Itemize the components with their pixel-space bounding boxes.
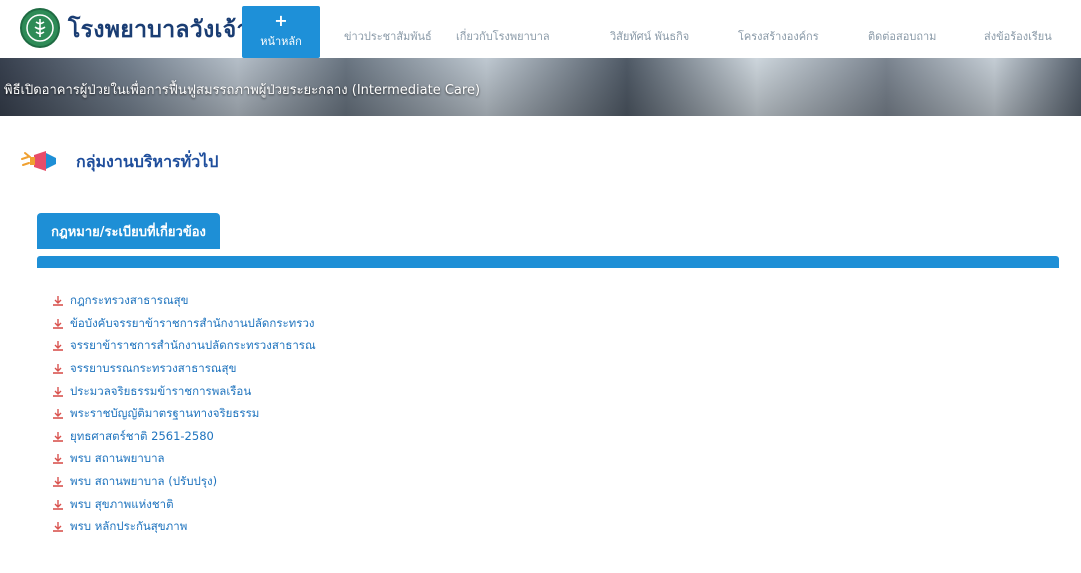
hospital-emblem-icon[interactable] xyxy=(20,8,60,48)
document-link[interactable]: พรบ สถานพยาบาล xyxy=(70,450,165,468)
pdf-icon xyxy=(53,499,63,510)
pdf-icon xyxy=(53,341,63,352)
document-list: กฎกระทรวงสาธารณสุข ข้อบังคับจรรยาข้าราชก… xyxy=(52,290,316,539)
list-item[interactable]: ข้อบังคับจรรยาข้าราชการสำนักงานปลัดกระทร… xyxy=(52,313,316,336)
list-item[interactable]: พรบ หลักประกันสุขภาพ xyxy=(52,516,316,539)
document-link[interactable]: ข้อบังคับจรรยาข้าราชการสำนักงานปลัดกระทร… xyxy=(70,315,315,333)
nav-item-contact[interactable]: ติดต่อสอบถาม xyxy=(868,6,936,58)
nav-item-complaint[interactable]: ส่งข้อร้องเรียน xyxy=(984,6,1052,58)
list-item[interactable]: จรรยาข้าราชการสำนักงานปลัดกระทรวงสาธารณ xyxy=(52,335,316,358)
document-link[interactable]: กฎกระทรวงสาธารณสุข xyxy=(70,292,189,310)
nav-item-structure[interactable]: โครงสร้างองค์กร xyxy=(738,6,819,58)
nav-item-news[interactable]: ข่าวประชาสัมพันธ์ xyxy=(344,6,432,58)
news-banner[interactable]: พิธีเปิดอาคารผู้ป่วยในเพื่อการฟื้นฟูสมรร… xyxy=(0,58,1081,116)
tab-bar xyxy=(37,256,1059,268)
list-item[interactable]: ยุทธศาสตร์ชาติ 2561-2580 xyxy=(52,426,316,449)
nav-home-button[interactable]: + หน้าหลัก xyxy=(242,6,320,58)
nav-item-about[interactable]: เกี่ยวกับโรงพยาบาล xyxy=(456,6,550,58)
list-item[interactable]: พระราชบัญญัติมาตรฐานทางจริยธรรม xyxy=(52,403,316,426)
pdf-icon xyxy=(53,477,63,487)
nav-item-vision[interactable]: วิสัยทัศน์ พันธกิจ xyxy=(610,6,689,58)
list-item[interactable]: ประมวลจริยธรรมข้าราชการพลเรือน xyxy=(52,380,316,403)
pdf-icon xyxy=(53,522,63,533)
pdf-icon xyxy=(53,364,63,374)
site-title[interactable]: โรงพยาบาลวังเจ้า xyxy=(68,12,250,48)
document-link[interactable]: จรรยาข้าราชการสำนักงานปลัดกระทรวงสาธารณ xyxy=(70,337,316,355)
pdf-icon xyxy=(53,296,63,307)
main-nav: + หน้าหลัก ข่าวประชาสัมพันธ์ เกี่ยวกับโร… xyxy=(242,6,1081,58)
banner-caption[interactable]: พิธีเปิดอาคารผู้ป่วยในเพื่อการฟื้นฟูสมรร… xyxy=(4,79,480,100)
section-header: กลุ่มงานบริหารทั่วไป xyxy=(20,148,218,176)
pdf-icon xyxy=(53,431,63,442)
list-item[interactable]: จรรยาบรรณกระทรวงสาธารณสุข xyxy=(52,358,316,381)
plus-icon: + xyxy=(274,11,288,30)
list-item[interactable]: กฎกระทรวงสาธารณสุข xyxy=(52,290,316,313)
document-link[interactable]: พระราชบัญญัติมาตรฐานทางจริยธรรม xyxy=(70,405,259,423)
nav-home-label: หน้าหลัก xyxy=(260,35,302,48)
document-link[interactable]: จรรยาบรรณกระทรวงสาธารณสุข xyxy=(70,360,236,378)
pdf-icon xyxy=(53,454,63,465)
document-link[interactable]: ประมวลจริยธรรมข้าราชการพลเรือน xyxy=(70,383,251,401)
section-title: กลุ่มงานบริหารทั่วไป xyxy=(76,151,219,171)
list-item[interactable]: พรบ สถานพยาบาล xyxy=(52,448,316,471)
list-item[interactable]: พรบ สถานพยาบาล (ปรับปรุง) xyxy=(52,471,316,494)
document-link[interactable]: พรบ สุขภาพแห่งชาติ xyxy=(70,496,174,514)
megaphone-icon xyxy=(21,151,56,171)
list-item[interactable]: พรบ สุขภาพแห่งชาติ xyxy=(52,493,316,516)
pdf-icon xyxy=(53,318,63,329)
site-header: โรงพยาบาลวังเจ้า + หน้าหลัก ข่าวประชาสัม… xyxy=(0,0,1081,58)
pdf-icon xyxy=(53,386,63,397)
tab-laws-regulations[interactable]: กฎหมาย/ระเบียบที่เกี่ยวข้อง xyxy=(37,213,220,249)
document-link[interactable]: ยุทธศาสตร์ชาติ 2561-2580 xyxy=(70,428,214,446)
pdf-icon xyxy=(53,409,63,420)
document-link[interactable]: พรบ หลักประกันสุขภาพ xyxy=(70,518,187,536)
document-link[interactable]: พรบ สถานพยาบาล (ปรับปรุง) xyxy=(70,473,217,491)
